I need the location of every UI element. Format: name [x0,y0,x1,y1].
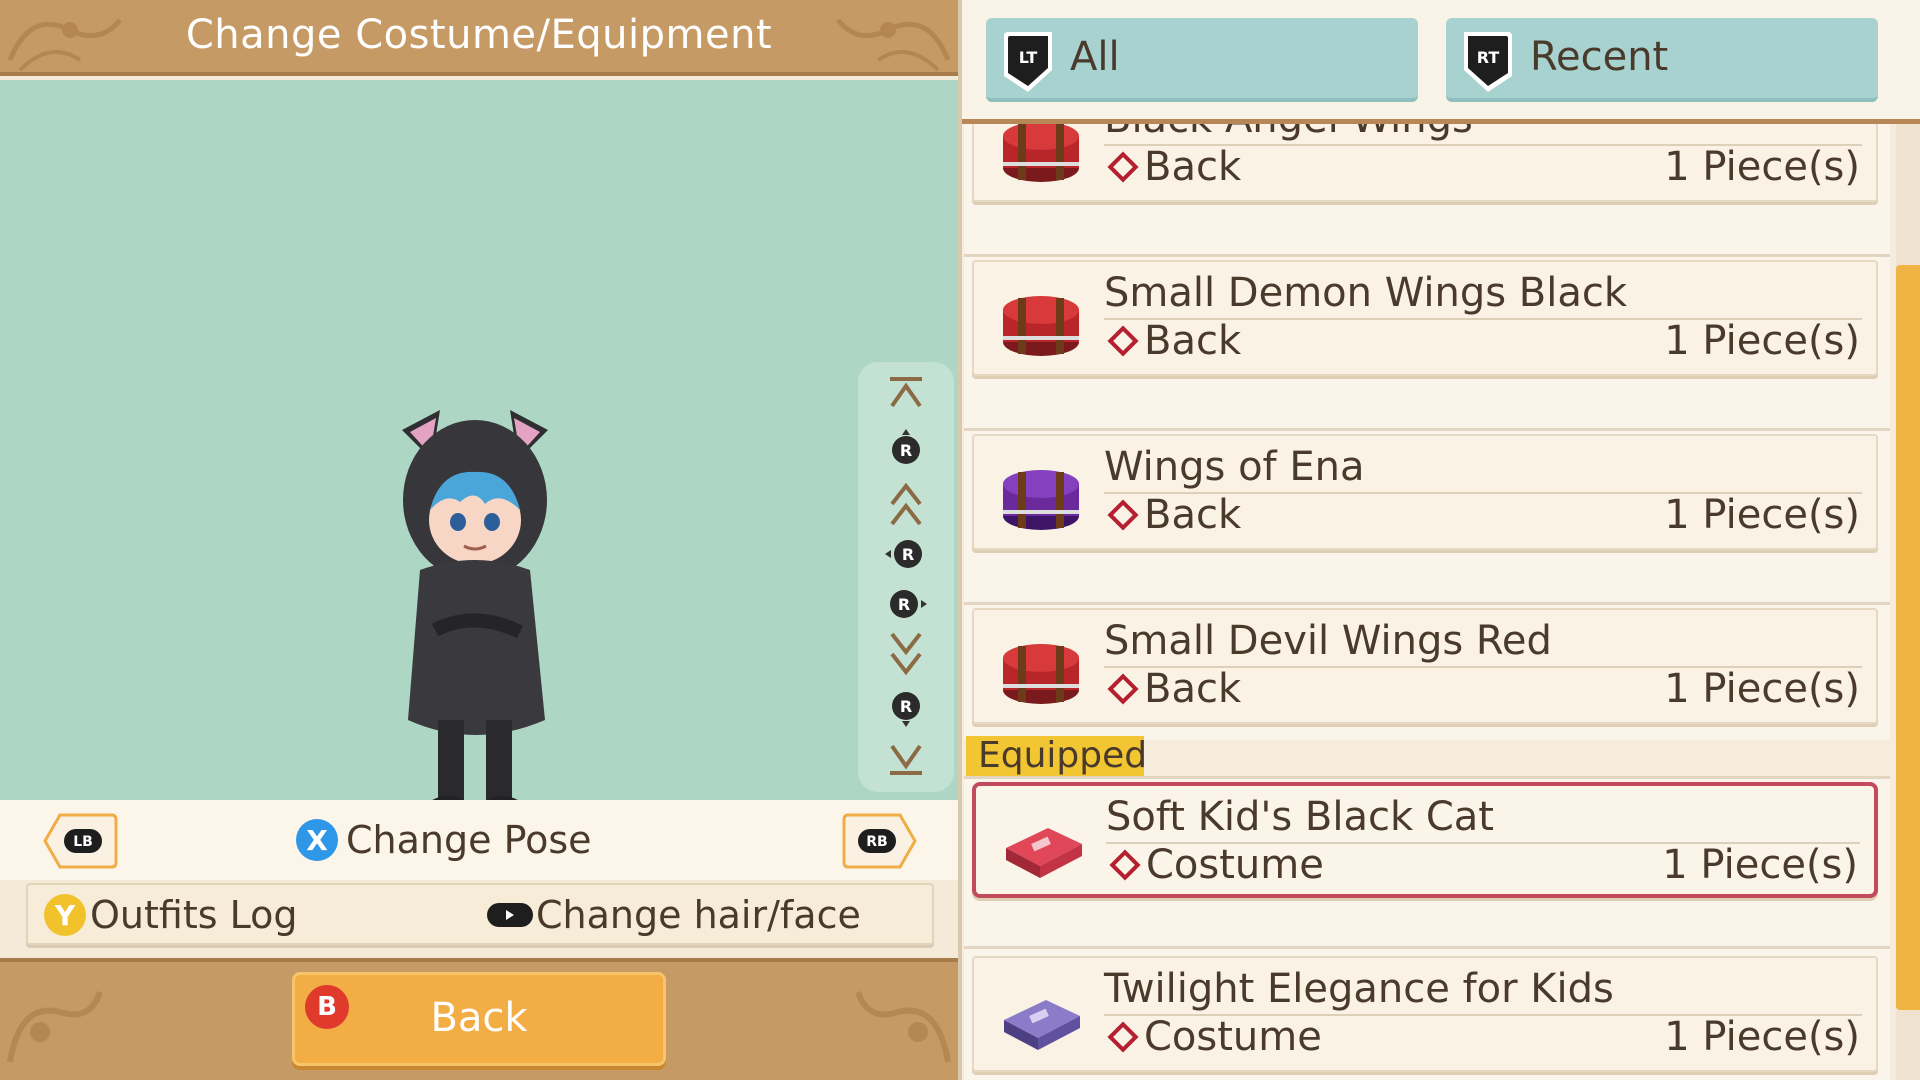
diamond-icon [1107,151,1139,183]
diamond-icon [1107,1021,1139,1053]
item-category: Back [1104,666,1241,712]
item-quantity: 1 Piece(s) [1662,842,1858,888]
list-item-equipped[interactable]: Soft Kid's Black Cat Costume 1 Piece(s) [972,782,1878,898]
item-category-label: Back [1144,144,1242,190]
tab-all[interactable]: LT All [986,18,1418,102]
rb-button[interactable]: RB [842,812,918,870]
r-stick-left-icon[interactable]: R [858,534,954,578]
page-title: Change Costume/Equipment [185,12,773,58]
change-hair-face-label: Change hair/face [536,893,861,937]
purple-box-icon [1003,470,1079,530]
bottom-icon[interactable] [858,742,954,780]
change-hair-face-button[interactable]: Change hair/face [486,893,861,937]
change-pose-button[interactable]: X Change Pose [296,815,592,865]
list-item[interactable]: Small Devil Wings Red Back 1 Piece(s) [972,608,1878,724]
y-button-icon: Y [44,894,86,936]
svg-text:LB: LB [73,834,93,850]
character-model [402,410,548,828]
item-category-label: Back [1144,666,1242,712]
back-button-label: Back [430,995,528,1041]
item-list: Black Angel Wings Back 1 Piece(s) Small … [962,124,1890,1080]
list-item[interactable]: Small Demon Wings Black Back 1 Piece(s) [972,260,1878,376]
ornament-icon [855,990,951,1063]
item-name: Small Demon Wings Black [1104,270,1628,316]
item-category-label: Back [1144,318,1242,364]
left-panel: Change Costume/Equipment R R R R LB RB X… [0,0,958,1080]
item-category-label: Costume [1144,1014,1322,1060]
tab-all-label: All [1070,34,1120,80]
camera-controls: R R R R [858,362,954,792]
item-category-label: Back [1144,492,1242,538]
item-category: Back [1104,492,1241,538]
equipped-badge: Equipped [966,736,1147,776]
tab-recent[interactable]: RT Recent [1446,18,1878,102]
diamond-icon [1107,325,1139,357]
item-name: Wings of Ena [1104,444,1365,490]
change-pose-label: Change Pose [346,818,592,862]
lb-button[interactable]: LB [42,812,118,870]
item-category-label: Costume [1146,842,1324,888]
diamond-icon [1107,499,1139,531]
right-panel: LT All RT Recent Black Angel Wings Back … [958,0,1920,1080]
plus-button-icon [487,903,533,927]
red-box-icon [1003,296,1079,356]
svg-text:R: R [900,441,912,460]
item-name: Small Devil Wings Red [1104,618,1552,664]
r-stick-right-icon[interactable]: R [858,584,954,628]
list-item[interactable]: Wings of Ena Back 1 Piece(s) [972,434,1878,550]
svg-text:LT: LT [1019,48,1038,67]
r-stick-up-icon[interactable]: R [858,428,954,472]
outfits-log-label: Outfits Log [90,893,298,937]
double-down-icon[interactable] [858,630,954,682]
item-quantity: 1 Piece(s) [1664,318,1860,364]
item-category: Back [1104,144,1241,190]
item-name: Twilight Elegance for Kids [1104,966,1614,1012]
item-category: Costume [1104,1014,1322,1060]
item-quantity: 1 Piece(s) [1664,144,1860,190]
svg-text:R: R [900,697,912,716]
lt-trigger-icon: LT [1004,32,1052,92]
outfit-row: Y Outfits Log Change hair/face [26,883,934,945]
x-button-icon: X [296,819,338,861]
item-quantity: 1 Piece(s) [1664,492,1860,538]
ornament-icon [7,990,103,1063]
item-category: Costume [1106,842,1324,888]
diamond-icon [1109,849,1141,881]
red-box-icon [1003,644,1079,704]
svg-text:RT: RT [1477,48,1500,67]
item-name: Black Angel Wings [1104,124,1473,142]
top-icon[interactable] [858,376,954,414]
costume-case-red-icon [1006,828,1082,878]
svg-text:R: R [902,545,914,564]
item-quantity: 1 Piece(s) [1664,1014,1860,1060]
character-preview[interactable]: R R R R [0,80,958,828]
list-item[interactable]: Black Angel Wings Back 1 Piece(s) [972,124,1878,202]
costume-case-purple-icon [1004,1000,1080,1050]
double-up-icon[interactable] [858,480,954,532]
outfits-log-button[interactable]: Y Outfits Log [44,893,297,937]
svg-text:R: R [898,595,910,614]
item-quantity: 1 Piece(s) [1664,666,1860,712]
back-button[interactable]: B Back [292,972,666,1066]
scrollbar-thumb[interactable] [1896,265,1920,1010]
item-category: Back [1104,318,1241,364]
red-box-icon [1003,124,1079,182]
list-item[interactable]: Twilight Elegance for Kids Costume 1 Pie… [972,956,1878,1072]
title-bar: Change Costume/Equipment [0,0,958,76]
rt-trigger-icon: RT [1464,32,1512,92]
r-stick-down-icon[interactable]: R [858,688,954,732]
svg-text:RB: RB [866,834,887,850]
diamond-icon [1107,673,1139,705]
filter-tabs: LT All RT Recent [962,0,1920,124]
item-name: Soft Kid's Black Cat [1106,794,1494,840]
tab-recent-label: Recent [1530,34,1669,80]
